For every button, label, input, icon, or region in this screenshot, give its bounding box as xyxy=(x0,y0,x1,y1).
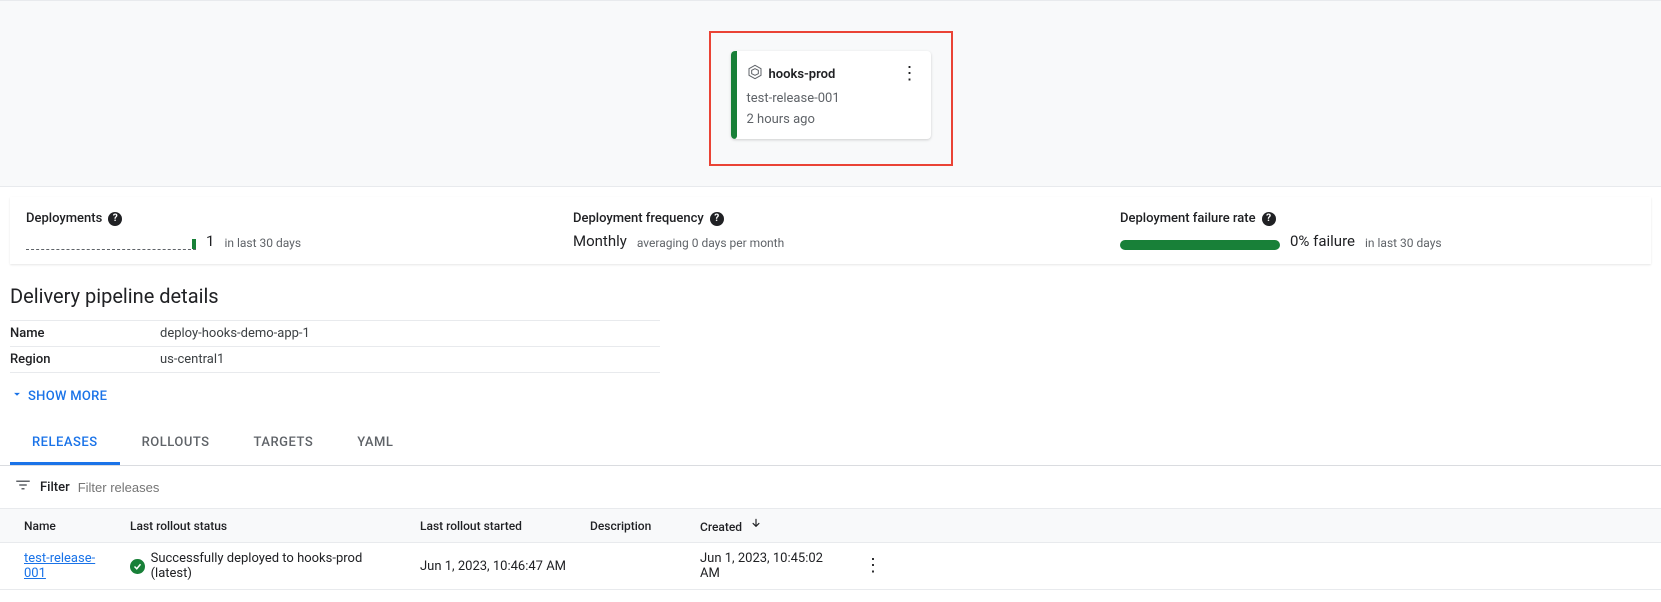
card-time-ago: 2 hours ago xyxy=(747,112,923,127)
failure-suffix: in last 30 days xyxy=(1365,236,1442,250)
detail-value: deploy-hooks-demo-app-1 xyxy=(160,321,660,347)
deployments-count: 1 xyxy=(206,232,214,250)
releases-table: Name Last rollout status Last rollout st… xyxy=(0,508,1661,590)
tab-releases[interactable]: RELEASES xyxy=(10,423,120,465)
release-link[interactable]: test-release-001 xyxy=(24,551,95,581)
failure-value: 0% failure xyxy=(1290,232,1355,250)
detail-value: us-central1 xyxy=(160,347,660,373)
arrow-down-icon xyxy=(749,520,763,534)
metric-failure-rate: Deployment failure rate ? 0% failure in … xyxy=(1104,197,1651,264)
tab-targets[interactable]: TARGETS xyxy=(232,423,336,465)
col-header-name[interactable]: Name xyxy=(0,509,120,543)
tab-bar: RELEASES ROLLOUTS TARGETS YAML xyxy=(0,423,1661,466)
help-icon[interactable]: ? xyxy=(1262,212,1276,226)
status-text: Successfully deployed to hooks-prod (lat… xyxy=(151,551,400,581)
metric-title-label: Deployments xyxy=(26,211,102,226)
show-more-button[interactable]: SHOW MORE xyxy=(10,387,1651,405)
deployments-suffix: in last 30 days xyxy=(224,236,301,250)
detail-label: Name xyxy=(10,321,160,347)
table-row[interactable]: test-release-001 Successfully deployed t… xyxy=(0,543,1661,590)
metrics-panel: Deployments ? 1 in last 30 days Deployme… xyxy=(10,197,1651,264)
gke-icon xyxy=(747,64,763,84)
frequency-value: Monthly xyxy=(573,232,627,250)
target-card[interactable]: hooks-prod ⋮ test-release-001 2 hours ag… xyxy=(731,51,931,139)
metric-title-label: Deployment frequency xyxy=(573,211,704,226)
tab-yaml[interactable]: YAML xyxy=(335,423,415,465)
target-name: hooks-prod xyxy=(769,67,836,82)
col-header-status[interactable]: Last rollout status xyxy=(120,509,410,543)
detail-row-region: Region us-central1 xyxy=(10,347,660,373)
filter-label: Filter xyxy=(40,480,70,495)
created-cell: Jun 1, 2023, 10:45:02 AM xyxy=(690,543,850,590)
check-circle-icon xyxy=(130,559,145,574)
col-header-description[interactable]: Description xyxy=(580,509,690,543)
row-more-vert-icon[interactable]: ⋮ xyxy=(860,553,886,578)
chevron-down-icon xyxy=(10,387,24,405)
description-cell xyxy=(580,543,690,590)
col-header-created-label: Created xyxy=(700,520,742,534)
filter-bar: Filter xyxy=(0,466,1661,508)
tab-rollouts[interactable]: ROLLOUTS xyxy=(120,423,232,465)
started-cell: Jun 1, 2023, 10:46:47 AM xyxy=(410,543,580,590)
failure-rate-bar xyxy=(1120,240,1280,250)
more-vert-icon[interactable]: ⋮ xyxy=(897,63,923,85)
help-icon[interactable]: ? xyxy=(710,212,724,226)
pipeline-details: Delivery pipeline details Name deploy-ho… xyxy=(0,264,1661,405)
help-icon[interactable]: ? xyxy=(108,212,122,226)
metric-title-label: Deployment failure rate xyxy=(1120,211,1256,226)
pipeline-visualization: hooks-prod ⋮ test-release-001 2 hours ag… xyxy=(0,0,1661,187)
col-header-created[interactable]: Created xyxy=(690,509,850,543)
detail-label: Region xyxy=(10,347,160,373)
metric-frequency: Deployment frequency ? Monthly averaging… xyxy=(557,197,1104,264)
frequency-suffix: averaging 0 days per month xyxy=(637,236,784,250)
col-header-actions xyxy=(850,509,1661,543)
highlight-annotation: hooks-prod ⋮ test-release-001 2 hours ag… xyxy=(709,31,953,166)
filter-input[interactable] xyxy=(78,480,1647,495)
detail-row-name: Name deploy-hooks-demo-app-1 xyxy=(10,321,660,347)
col-header-started[interactable]: Last rollout started xyxy=(410,509,580,543)
show-more-label: SHOW MORE xyxy=(28,389,107,404)
sparkline-deployments xyxy=(26,236,196,250)
card-release-name: test-release-001 xyxy=(747,91,923,106)
metric-deployments: Deployments ? 1 in last 30 days xyxy=(10,197,557,264)
details-heading: Delivery pipeline details xyxy=(10,284,1651,308)
filter-icon[interactable] xyxy=(14,476,32,498)
